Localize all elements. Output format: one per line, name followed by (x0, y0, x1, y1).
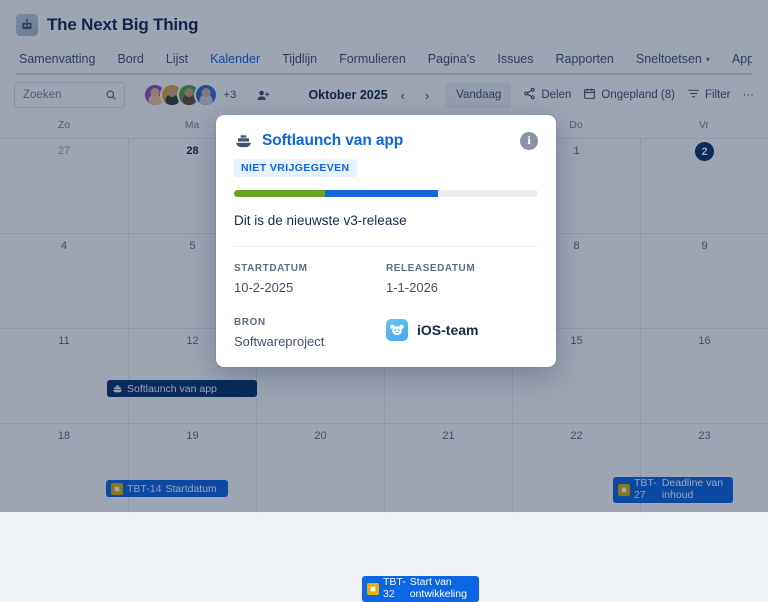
source-row: BRON Softwareproject iOS-team (234, 317, 538, 349)
divider (234, 246, 538, 247)
start-date-field: STARTDATUM 10-2-2025 (234, 263, 386, 295)
start-date-value: 10-2-2025 (234, 280, 386, 295)
dialog-title: Softlaunch van app (262, 132, 511, 150)
info-icon[interactable]: i (520, 132, 538, 150)
event-title: Start van ontwikkeling (410, 577, 474, 600)
release-date-value: 1-1-2026 (386, 280, 538, 295)
release-date-label: RELEASEDATUM (386, 263, 538, 274)
progress-segment-done (234, 190, 325, 197)
version-detail-dialog: Softlaunch van app i NIET VRIJGEGEVEN Di… (216, 115, 556, 367)
source-value: Softwareproject (234, 334, 386, 349)
release-progress-bar (234, 190, 538, 197)
team-name: iOS-team (417, 322, 478, 338)
story-icon (367, 583, 379, 595)
start-date-label: STARTDATUM (234, 263, 386, 274)
status-badge: NIET VRIJGEGEVEN (234, 159, 357, 177)
source-field: BRON Softwareproject (234, 317, 386, 349)
event-key: TBT-32 (383, 577, 406, 600)
koala-avatar-icon (386, 319, 408, 341)
date-fields: STARTDATUM 10-2-2025 RELEASEDATUM 1-1-20… (234, 263, 538, 295)
dialog-description: Dit is de nieuwste v3-release (234, 213, 538, 228)
ship-icon (234, 131, 253, 150)
release-date-field: RELEASEDATUM 1-1-2026 (386, 263, 538, 295)
source-label: BRON (234, 317, 386, 328)
calendar-event[interactable]: TBT-32Start van ontwikkeling (362, 576, 479, 602)
team-chip[interactable]: iOS-team (386, 317, 538, 341)
progress-segment-in-progress (325, 190, 437, 197)
dialog-header: Softlaunch van app i (234, 131, 538, 150)
